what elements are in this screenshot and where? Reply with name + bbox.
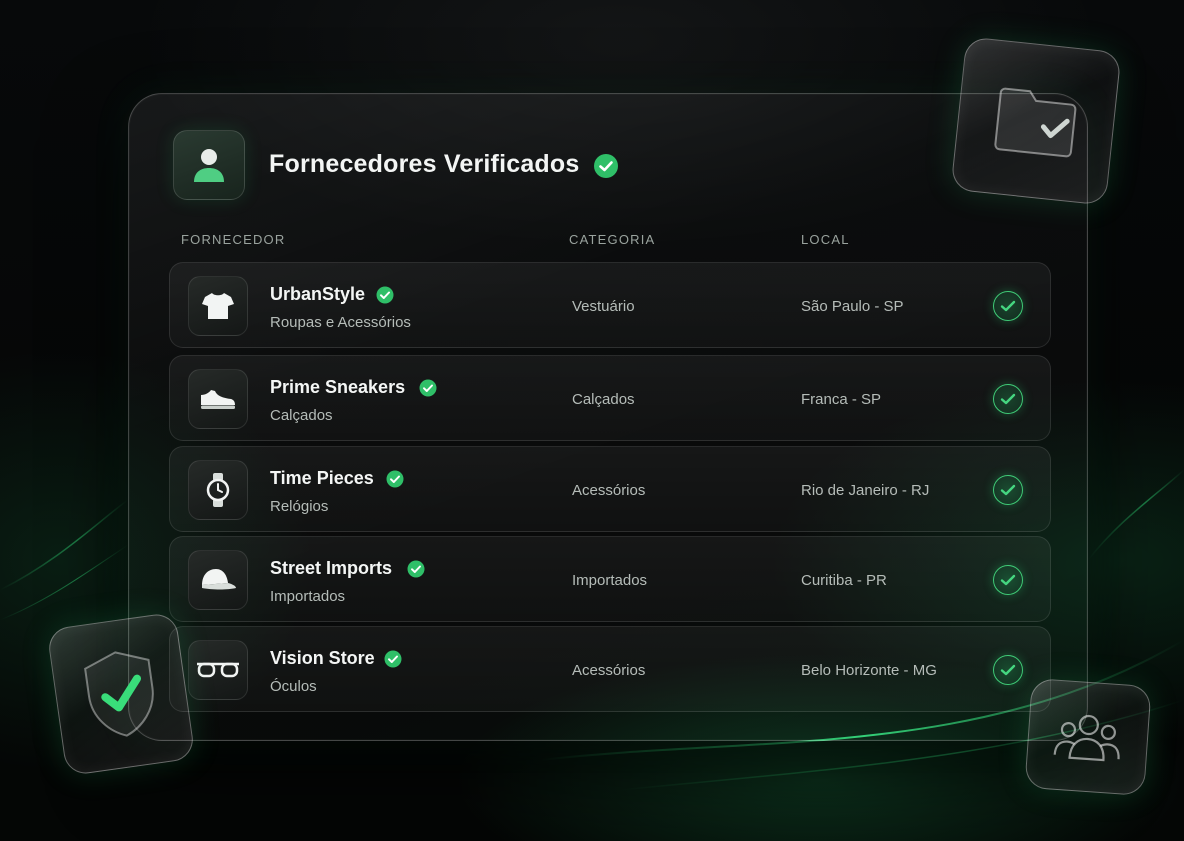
folder-check-icon	[994, 87, 1077, 158]
supplier-location: Curitiba - PR	[801, 572, 887, 589]
supplier-name: UrbanStyle	[270, 284, 366, 304]
column-header-location[interactable]: LOCAL	[801, 232, 850, 247]
table-row[interactable]: Vision Store Óculos Acessórios Belo Hori…	[169, 626, 1051, 712]
table-row[interactable]: Time Pieces Relógios Acessórios Rio de J…	[169, 446, 1051, 532]
table-row[interactable]: Prime Sneakers Calçados Calçados Franca …	[169, 355, 1051, 441]
supplier-name: Vision Store	[270, 648, 375, 668]
supplier-subtitle: Roupas e Acessórios	[270, 314, 411, 331]
sneaker-icon	[188, 369, 248, 429]
verified-badge-icon	[593, 153, 619, 184]
supplier-category: Calçados	[572, 391, 635, 408]
verified-check-icon	[993, 655, 1023, 685]
supplier-location: São Paulo - SP	[801, 298, 904, 315]
supplier-category: Importados	[572, 572, 648, 589]
users-icon	[1053, 714, 1120, 762]
verified-badge-icon	[407, 560, 425, 583]
page-title: Fornecedores Verificados	[269, 150, 580, 178]
supplier-subtitle: Importados	[270, 588, 346, 605]
supplier-category: Vestuário	[572, 298, 635, 315]
tshirt-icon	[188, 276, 248, 336]
supplier-category: Acessórios	[572, 482, 646, 499]
supplier-subtitle: Calçados	[270, 407, 333, 424]
watch-icon	[188, 460, 248, 520]
verified-badge-icon	[384, 650, 402, 673]
verified-check-icon	[993, 565, 1023, 595]
verified-check-icon	[993, 291, 1023, 321]
folder-check-tile	[950, 36, 1122, 206]
verified-badge-icon	[376, 286, 394, 309]
column-header-category[interactable]: CATEGORIA	[569, 232, 655, 247]
users-tile	[1024, 677, 1152, 797]
supplier-name: Prime Sneakers	[270, 377, 406, 397]
supplier-location: Rio de Janeiro - RJ	[801, 482, 930, 499]
shield-check-icon	[84, 651, 154, 737]
supplier-location: Belo Horizonte - MG	[801, 662, 937, 679]
supplier-name: Street Imports	[270, 558, 393, 578]
table-row[interactable]: Street Imports Importados Importados Cur…	[169, 536, 1051, 622]
table-row[interactable]: UrbanStyle Roupas e Acessórios Vestuário…	[169, 262, 1051, 348]
shield-check-tile	[46, 611, 196, 777]
supplier-avatar-icon	[173, 130, 245, 200]
verified-check-icon	[993, 475, 1023, 505]
verified-check-icon	[993, 384, 1023, 414]
supplier-subtitle: Óculos	[270, 678, 317, 695]
verified-badge-icon	[386, 470, 404, 493]
glasses-icon	[188, 640, 248, 700]
column-header-supplier[interactable]: FORNECEDOR	[181, 232, 285, 247]
suppliers-panel: Fornecedores Verificados FORNECEDOR CATE…	[128, 93, 1088, 741]
supplier-location: Franca - SP	[801, 391, 882, 408]
verified-badge-icon	[419, 379, 437, 402]
supplier-name: Time Pieces	[270, 468, 374, 488]
cap-icon	[188, 550, 248, 610]
supplier-subtitle: Relógios	[270, 498, 329, 515]
supplier-category: Acessórios	[572, 662, 646, 679]
